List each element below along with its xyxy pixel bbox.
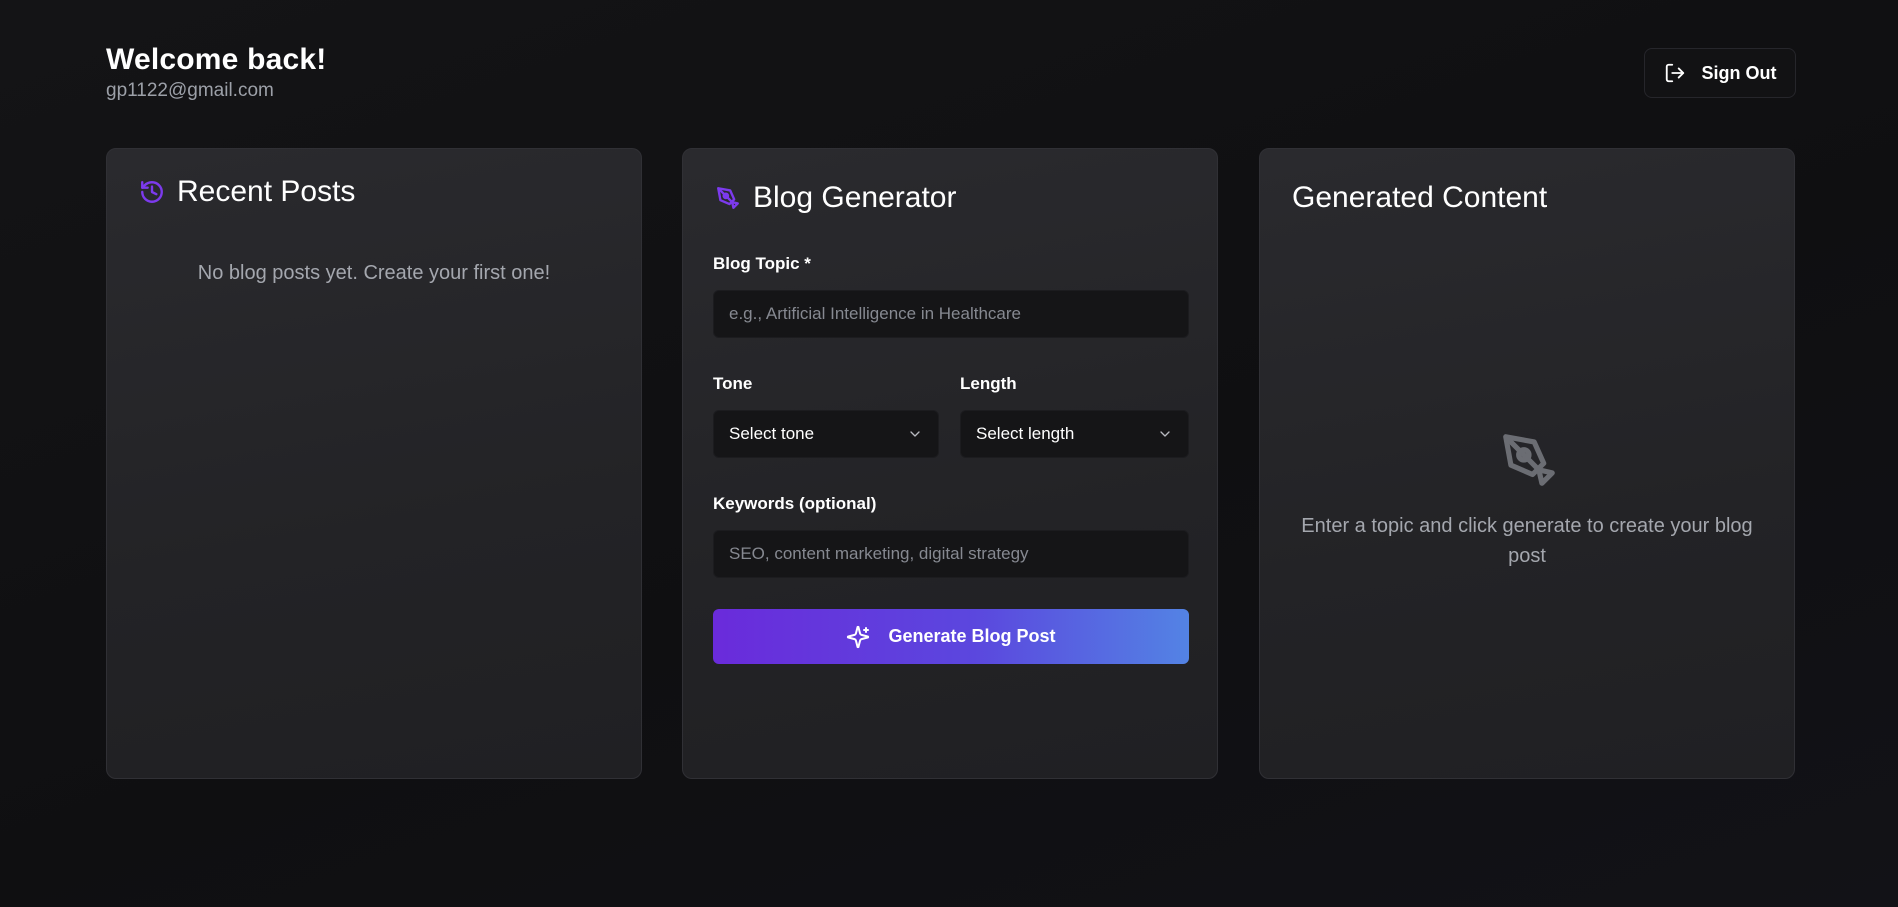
keywords-input[interactable] [729, 544, 1173, 564]
blog-generator-card: Blog Generator Blog Topic * Tone Select … [682, 148, 1218, 779]
chevron-down-icon [907, 426, 923, 442]
sign-out-button[interactable]: Sign Out [1644, 48, 1796, 98]
generated-content-empty-message: Enter a topic and click generate to crea… [1301, 515, 1753, 567]
blog-topic-label: Blog Topic * [713, 254, 811, 273]
generated-content-card: Generated Content Enter a topic and clic… [1259, 148, 1795, 779]
welcome-heading: Welcome back! [106, 43, 327, 76]
generate-blog-post-button[interactable]: Generate Blog Post [713, 609, 1189, 664]
pen-tool-icon [1498, 429, 1560, 491]
keywords-label: Keywords (optional) [713, 494, 877, 513]
tone-select-value: Select tone [729, 424, 815, 443]
generated-content-header: Generated Content [1292, 181, 1547, 215]
length-select-value: Select length [976, 424, 1075, 443]
blog-generator-title: Blog Generator [753, 181, 957, 214]
recent-posts-title: Recent Posts [177, 175, 356, 208]
generated-content-title: Generated Content [1292, 181, 1548, 214]
pen-tool-icon [715, 185, 741, 211]
recent-posts-empty-message: No blog posts yet. Create your first one… [197, 262, 551, 284]
log-out-icon [1664, 62, 1686, 84]
length-label: Length [960, 374, 1017, 393]
blog-topic-field[interactable] [713, 290, 1189, 338]
blog-generator-header: Blog Generator [715, 181, 956, 215]
recent-posts-header: Recent Posts [139, 175, 355, 209]
blog-topic-input[interactable] [729, 304, 1173, 324]
header: Welcome back! gp1122@gmail.com [106, 42, 326, 102]
user-email: gp1122@gmail.com [106, 80, 274, 101]
sparkles-icon [846, 625, 870, 649]
keywords-field[interactable] [713, 530, 1189, 578]
tone-label: Tone [713, 374, 753, 393]
tone-select[interactable]: Select tone [713, 410, 939, 458]
recent-posts-card: Recent Posts No blog posts yet. Create y… [106, 148, 642, 779]
sign-out-label: Sign Out [1701, 62, 1777, 83]
length-select[interactable]: Select length [960, 410, 1189, 458]
generate-blog-post-label: Generate Blog Post [888, 626, 1056, 646]
chevron-down-icon [1157, 426, 1173, 442]
page: Welcome back! gp1122@gmail.com Sign Out … [0, 0, 1898, 907]
history-icon [139, 179, 165, 205]
